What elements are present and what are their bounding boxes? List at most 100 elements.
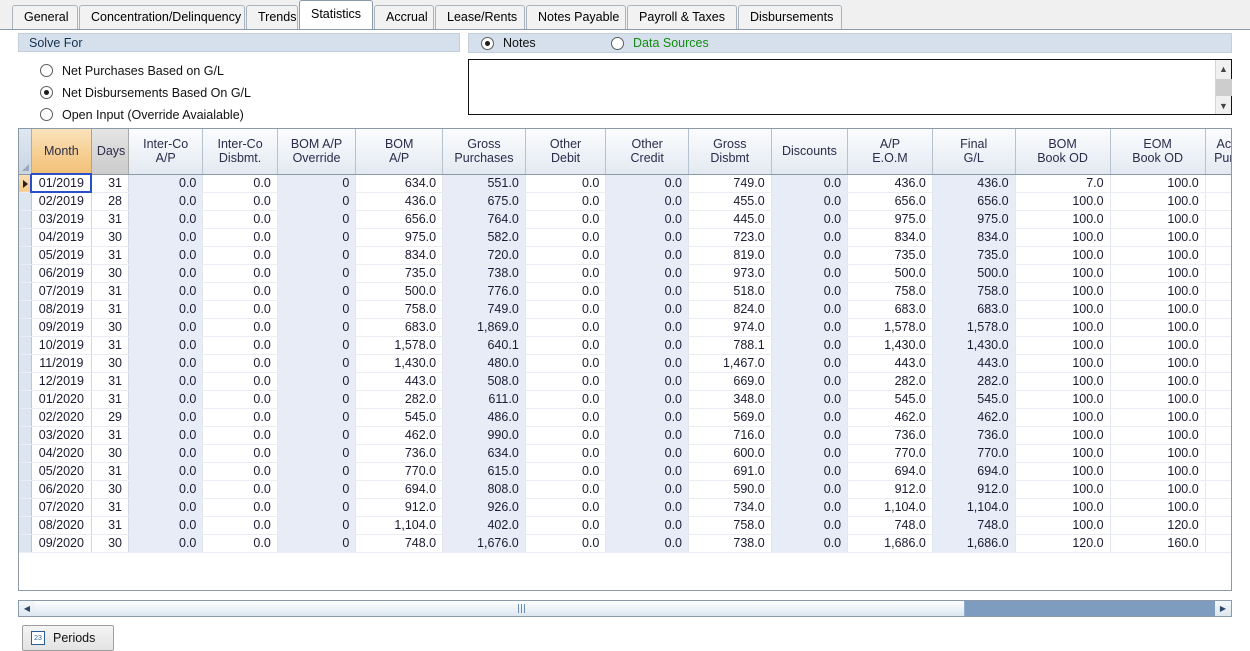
cell[interactable]: 518.0 — [689, 282, 772, 300]
cell[interactable]: 0.0 — [203, 318, 277, 336]
scroll-down-icon[interactable]: ▼ — [1216, 97, 1231, 114]
cell[interactable]: 0.0 — [606, 498, 689, 516]
cell[interactable]: 0.0 — [525, 228, 606, 246]
grid-corner-cell[interactable] — [19, 129, 31, 174]
cell[interactable]: 31 — [91, 426, 128, 444]
cell[interactable]: 1,104.0 — [848, 498, 933, 516]
notes-scroll-thumb[interactable] — [1216, 79, 1232, 96]
cell[interactable]: 656.0 — [356, 210, 443, 228]
table-row[interactable]: 10/2019310.00.001,578.0640.10.00.0788.10… — [19, 336, 1232, 354]
cell[interactable]: 282.0 — [932, 372, 1015, 390]
cell[interactable]: 100.0 — [1015, 246, 1110, 264]
table-row[interactable]: 03/2019310.00.00656.0764.00.00.0445.00.0… — [19, 210, 1232, 228]
cell[interactable]: 30 — [91, 354, 128, 372]
cell[interactable]: 611.0 — [443, 390, 526, 408]
cell[interactable]: 0 — [277, 444, 356, 462]
table-row[interactable]: 02/2020290.00.00545.0486.00.00.0569.00.0… — [19, 408, 1232, 426]
cell[interactable]: 31 — [91, 462, 128, 480]
cell[interactable] — [1205, 390, 1232, 408]
cell[interactable]: 282.0 — [848, 372, 933, 390]
cell[interactable]: 31 — [91, 516, 128, 534]
table-row[interactable]: 12/2019310.00.00443.0508.00.00.0669.00.0… — [19, 372, 1232, 390]
column-header-a-p-e-o-m[interactable]: A/PE.O.M — [848, 129, 933, 174]
table-row[interactable]: 06/2019300.00.00735.0738.00.00.0973.00.0… — [19, 264, 1232, 282]
cell[interactable]: 0.0 — [606, 462, 689, 480]
cell[interactable]: 1,430.0 — [848, 336, 933, 354]
cell[interactable]: 738.0 — [689, 534, 772, 552]
row-selector[interactable] — [19, 408, 31, 426]
cell[interactable]: 0 — [277, 462, 356, 480]
row-selector[interactable] — [19, 498, 31, 516]
cell[interactable] — [1205, 498, 1232, 516]
cell[interactable]: 100.0 — [1110, 210, 1205, 228]
cell[interactable]: 694.0 — [848, 462, 933, 480]
cell[interactable]: 0.0 — [129, 354, 203, 372]
cell[interactable]: 0.0 — [606, 390, 689, 408]
column-header-bom-book-od[interactable]: BOMBook OD — [1015, 129, 1110, 174]
cell[interactable]: 455.0 — [689, 192, 772, 210]
cell[interactable]: 691.0 — [689, 462, 772, 480]
cell[interactable]: 748.0 — [848, 516, 933, 534]
cell[interactable]: 0.0 — [203, 228, 277, 246]
cell[interactable]: 975.0 — [848, 210, 933, 228]
cell[interactable]: 545.0 — [848, 390, 933, 408]
cell[interactable]: 100.0 — [1110, 426, 1205, 444]
cell[interactable]: 0.0 — [203, 390, 277, 408]
cell[interactable]: 0.0 — [203, 210, 277, 228]
cell[interactable]: 0.0 — [525, 372, 606, 390]
cell[interactable]: 100.0 — [1015, 300, 1110, 318]
cell[interactable]: 1,686.0 — [932, 534, 1015, 552]
cell[interactable] — [1205, 480, 1232, 498]
column-header-month[interactable]: Month — [31, 129, 91, 174]
cell[interactable]: 30 — [91, 444, 128, 462]
cell[interactable] — [1205, 336, 1232, 354]
cell[interactable]: 1,430.0 — [932, 336, 1015, 354]
cell[interactable]: 808.0 — [443, 480, 526, 498]
cell[interactable]: 31 — [91, 498, 128, 516]
cell[interactable]: 0.0 — [771, 336, 847, 354]
cell[interactable]: 0.0 — [525, 282, 606, 300]
cell[interactable]: 0.0 — [203, 426, 277, 444]
cell[interactable]: 0.0 — [771, 228, 847, 246]
cell[interactable]: 0.0 — [525, 354, 606, 372]
row-selector[interactable] — [19, 192, 31, 210]
grid-horizontal-scrollbar[interactable]: ◀ ▶ — [18, 600, 1232, 617]
cell[interactable]: 0.0 — [129, 282, 203, 300]
cell[interactable]: 100.0 — [1110, 228, 1205, 246]
cell[interactable]: 03/2019 — [31, 210, 91, 228]
cell[interactable]: 100.0 — [1110, 282, 1205, 300]
cell[interactable]: 0.0 — [525, 480, 606, 498]
cell[interactable]: 31 — [91, 282, 128, 300]
cell[interactable]: 615.0 — [443, 462, 526, 480]
cell[interactable]: 0.0 — [525, 210, 606, 228]
cell[interactable]: 100.0 — [1110, 354, 1205, 372]
radio-icon[interactable] — [40, 108, 53, 121]
row-selector[interactable] — [19, 318, 31, 336]
tab-trends[interactable]: Trends — [246, 5, 298, 29]
cell[interactable]: 0.0 — [606, 516, 689, 534]
cell[interactable]: 0 — [277, 264, 356, 282]
cell[interactable]: 07/2020 — [31, 498, 91, 516]
cell[interactable]: 0.0 — [771, 264, 847, 282]
cell[interactable]: 0.0 — [129, 408, 203, 426]
notes-source-option-1[interactable]: Data Sources — [611, 34, 709, 52]
cell[interactable]: 582.0 — [443, 228, 526, 246]
cell[interactable]: 0.0 — [129, 264, 203, 282]
cell[interactable] — [1205, 300, 1232, 318]
cell[interactable]: 0.0 — [606, 354, 689, 372]
tab-disbursements[interactable]: Disbursements — [738, 5, 842, 29]
cell[interactable]: 0.0 — [525, 318, 606, 336]
column-header-inter-co-disbmt[interactable]: Inter-CoDisbmt. — [203, 129, 277, 174]
cell[interactable]: 160.0 — [1110, 534, 1205, 552]
table-row[interactable]: 01/2020310.00.00282.0611.00.00.0348.00.0… — [19, 390, 1232, 408]
cell[interactable]: 0.0 — [606, 318, 689, 336]
cell[interactable]: 0.0 — [525, 246, 606, 264]
cell[interactable]: 30 — [91, 318, 128, 336]
cell[interactable] — [1205, 174, 1232, 192]
cell[interactable]: 29 — [91, 408, 128, 426]
row-selector[interactable] — [19, 444, 31, 462]
row-selector[interactable] — [19, 336, 31, 354]
cell[interactable]: 100.0 — [1110, 336, 1205, 354]
cell[interactable]: 100.0 — [1015, 390, 1110, 408]
cell[interactable] — [1205, 282, 1232, 300]
